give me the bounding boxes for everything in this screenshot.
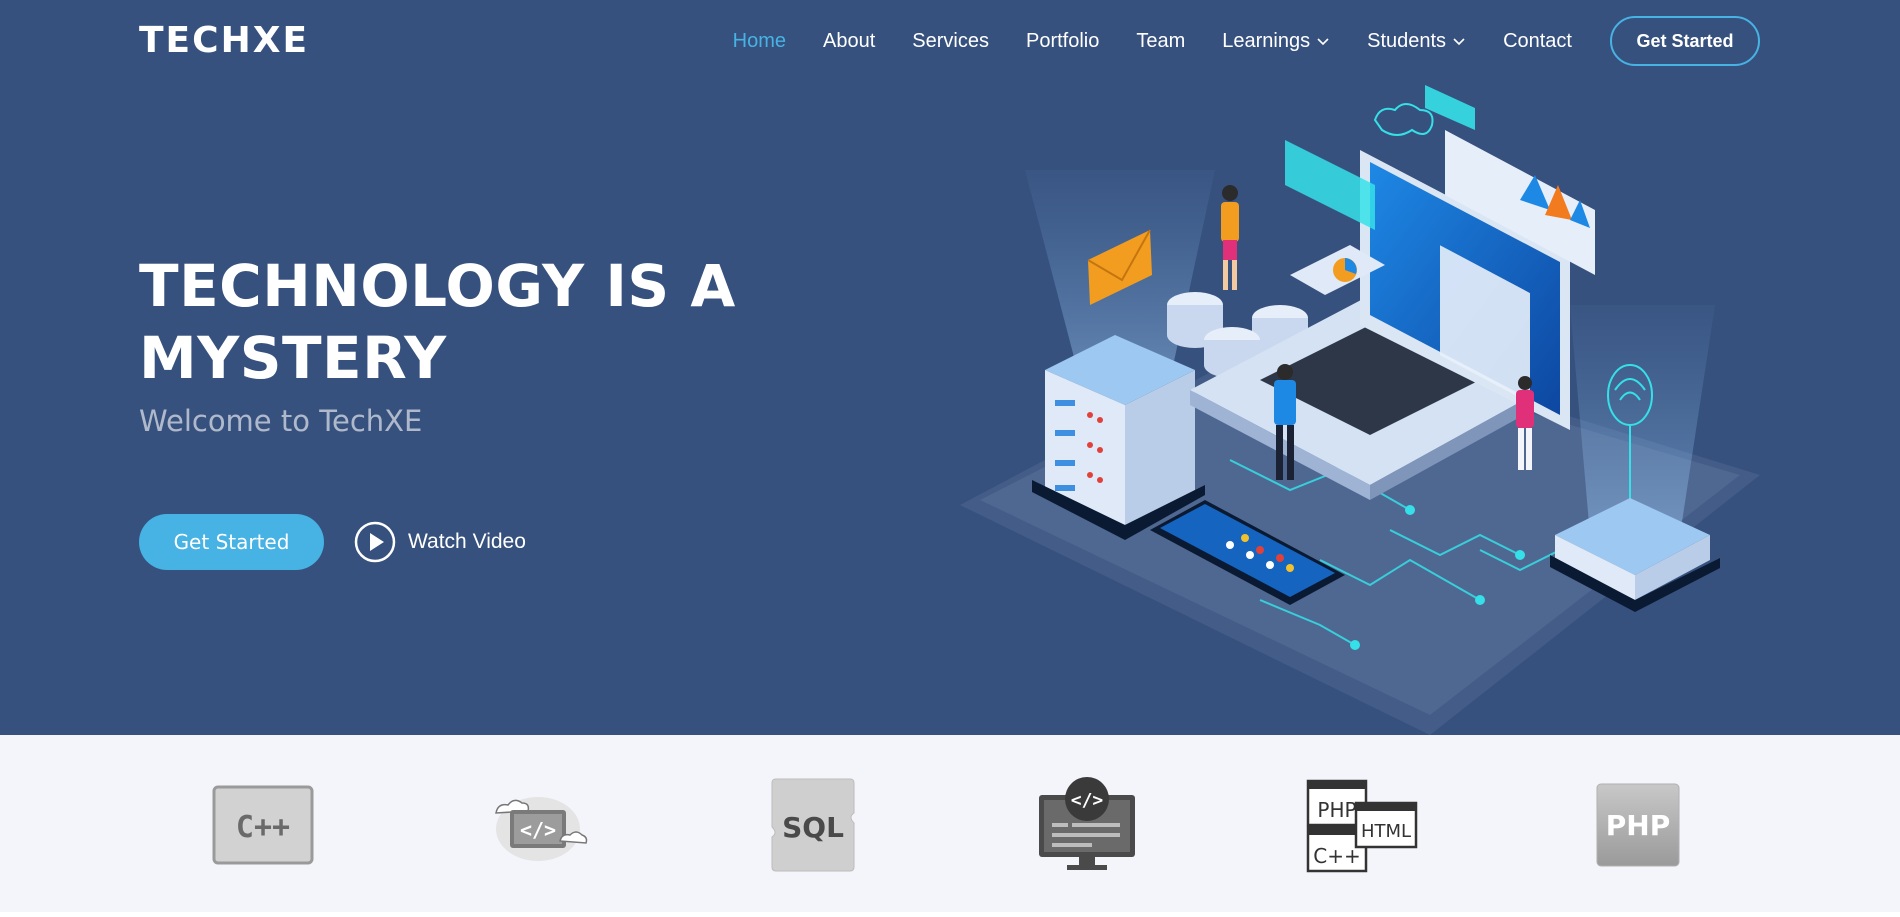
nav-item-team[interactable]: Team bbox=[1136, 30, 1185, 53]
nav-item-label: Learnings bbox=[1222, 29, 1311, 52]
hero-title: TECHNOLOGY IS A MYSTERY bbox=[139, 252, 736, 392]
html-text: HTML bbox=[1361, 821, 1411, 842]
nav-item-services[interactable]: Services bbox=[912, 30, 989, 53]
cpp-text: C++ bbox=[1313, 844, 1360, 868]
sql-logo-text: SQL bbox=[782, 811, 844, 844]
nav-get-started-button[interactable]: Get Started bbox=[1610, 16, 1760, 66]
get-started-button[interactable]: Get Started bbox=[139, 514, 324, 570]
nav-item-label: About bbox=[823, 29, 876, 52]
nav-item-label: Portfolio bbox=[1025, 29, 1100, 52]
nav-item-label: Home bbox=[732, 29, 787, 52]
chevron-down-icon bbox=[1453, 38, 1465, 46]
nav-item-learnings[interactable]: Learnings bbox=[1222, 30, 1330, 53]
main-nav: Home About Services Portfolio Team Learn… bbox=[696, 16, 1760, 66]
chevron-down-icon bbox=[1317, 38, 1329, 46]
nav-item-about[interactable]: About bbox=[823, 30, 875, 53]
nav-item-label: Services bbox=[912, 29, 989, 52]
php-text: PHP bbox=[1317, 798, 1356, 822]
code-monitor-logo-icon: </> bbox=[1037, 775, 1137, 875]
sql-logo-icon: SQL bbox=[768, 775, 858, 875]
cpp-logo-icon: C++ bbox=[212, 775, 314, 875]
php-html-cpp-logo-icon: PHP C++ HTML bbox=[1306, 775, 1418, 875]
nav-item-contact[interactable]: Contact bbox=[1503, 30, 1572, 53]
client-logos-strip: C++ </> SQL </> PHP C++ HTML PHP bbox=[0, 735, 1900, 912]
nav-item-portfolio[interactable]: Portfolio bbox=[1026, 30, 1099, 53]
cloud-code-logo-icon: </> bbox=[490, 775, 590, 875]
cpp-logo-text: C++ bbox=[236, 810, 290, 845]
watch-video-link[interactable]: Watch Video bbox=[354, 521, 526, 563]
watch-video-label: Watch Video bbox=[408, 530, 526, 553]
code-monitor-logo-text: </> bbox=[1071, 790, 1104, 811]
nav-item-label: Students bbox=[1367, 29, 1447, 52]
hero-subtitle: Welcome to TechXE bbox=[139, 404, 423, 438]
isometric-tech-illustration-icon bbox=[960, 85, 1760, 735]
nav-item-students[interactable]: Students bbox=[1367, 30, 1466, 53]
hero-section: TECHXE Home About Services Portfolio Tea… bbox=[0, 0, 1900, 735]
php-logo-text: PHP bbox=[1606, 809, 1670, 842]
cloud-code-logo-text: </> bbox=[520, 818, 556, 842]
site-logo[interactable]: TECHXE bbox=[139, 18, 309, 64]
nav-item-home[interactable]: Home bbox=[733, 30, 786, 53]
php-logo-icon: PHP bbox=[1596, 775, 1680, 875]
play-circle-icon bbox=[354, 521, 396, 563]
nav-item-label: Contact bbox=[1503, 29, 1572, 52]
nav-item-label: Team bbox=[1136, 29, 1186, 52]
